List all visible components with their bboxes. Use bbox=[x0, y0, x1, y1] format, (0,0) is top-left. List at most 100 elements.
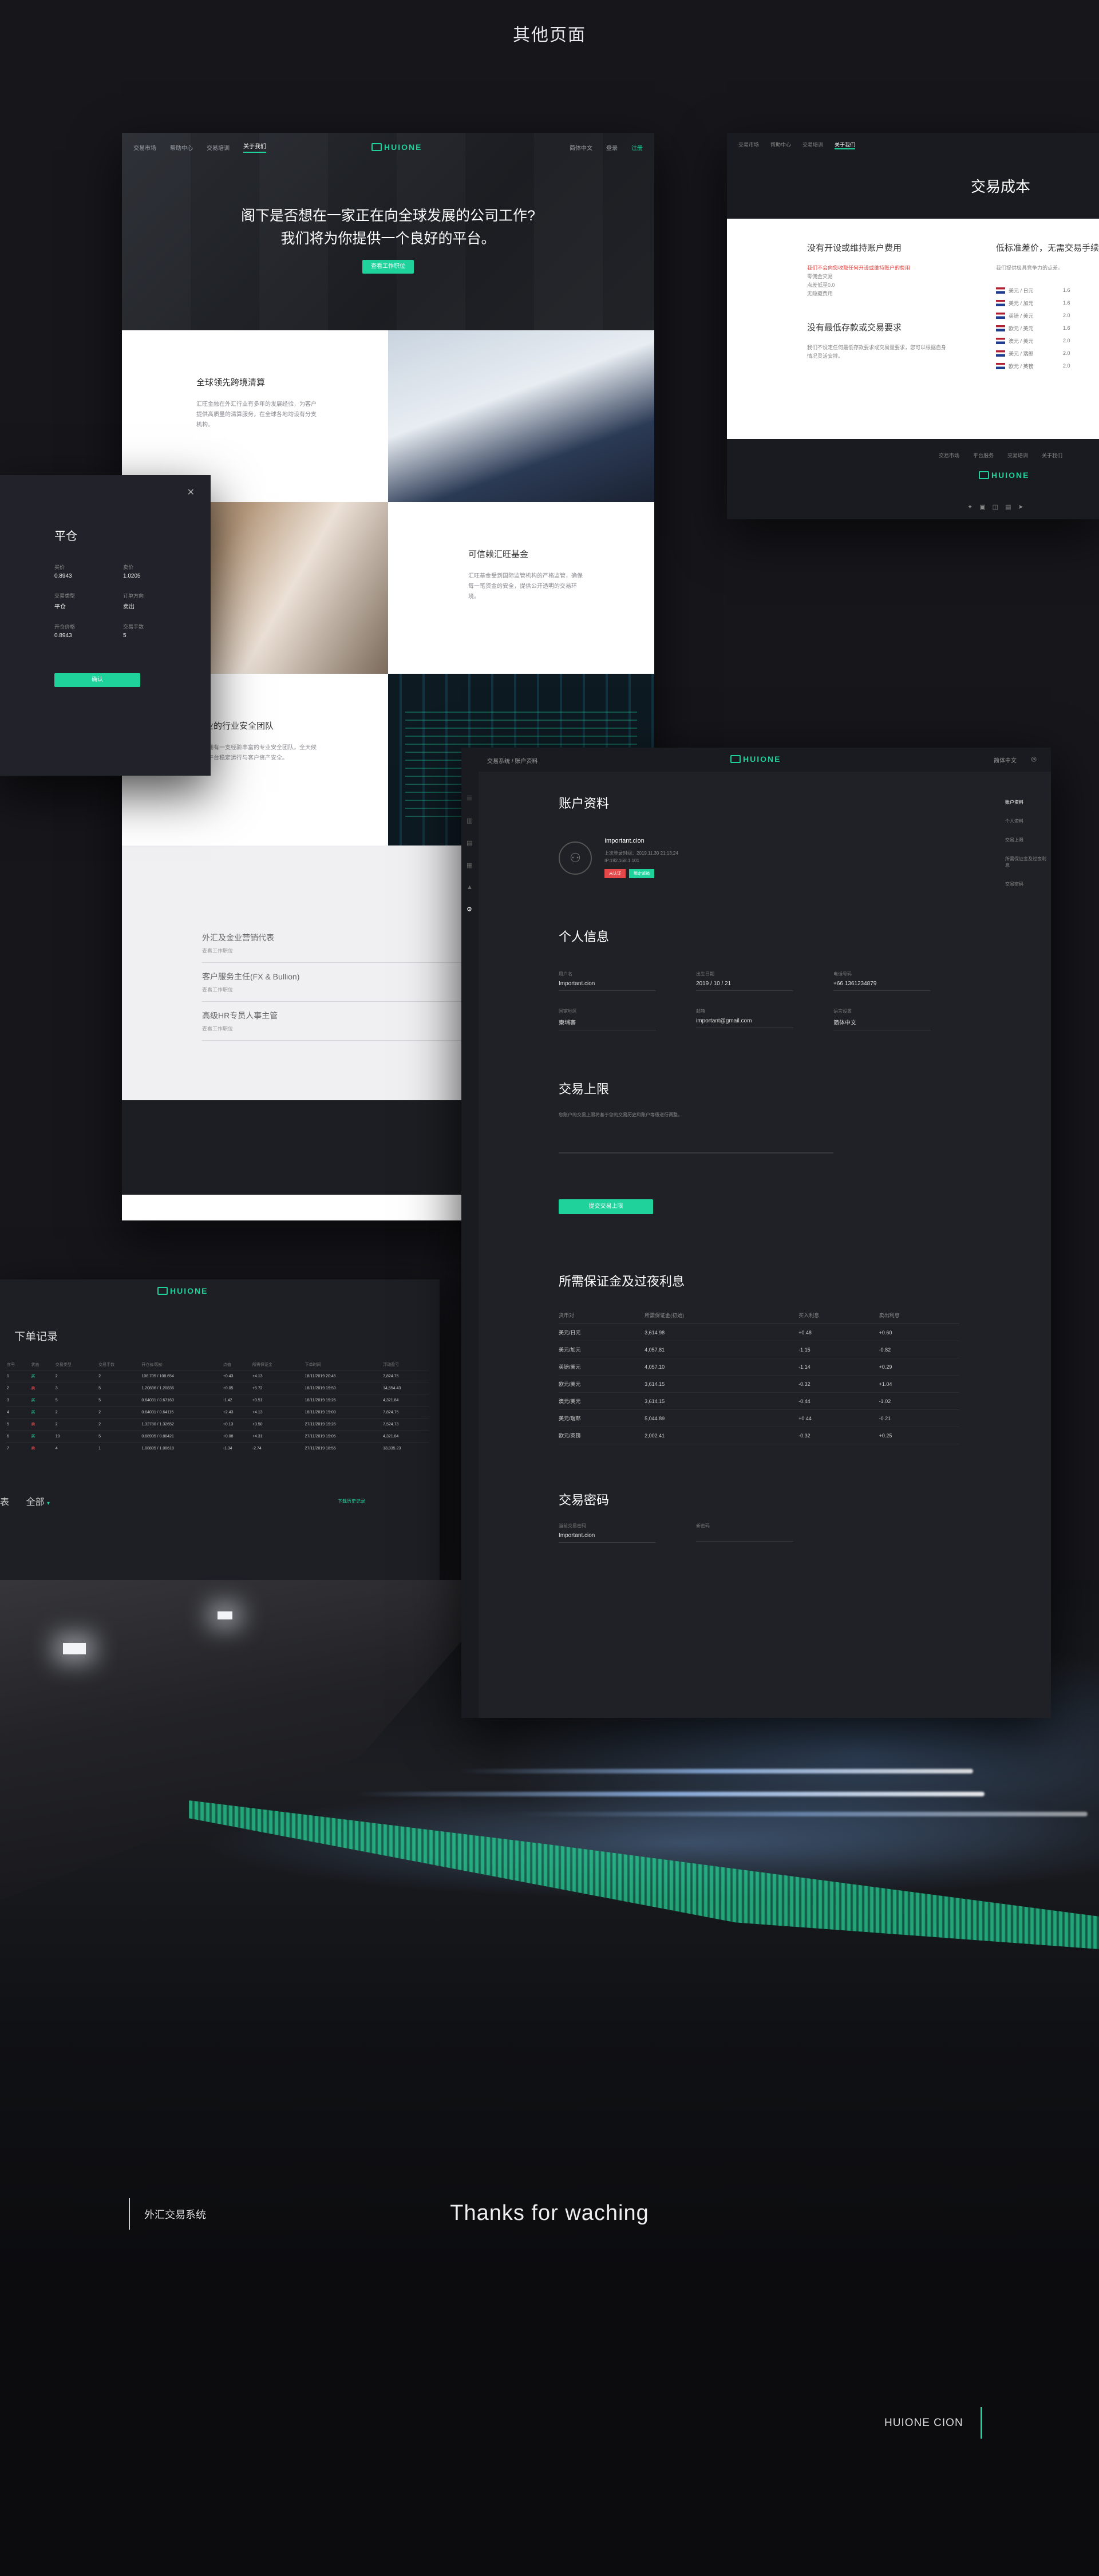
modal-field[interactable]: 订单方向 卖出 bbox=[123, 592, 180, 610]
brand-logo[interactable]: HUIONE bbox=[157, 1286, 208, 1295]
form-field[interactable]: 出生日期 2019 / 10 / 21 bbox=[696, 971, 833, 991]
table-row[interactable]: 2 卖 3 5 1.20836 / 1.20836 +0.05 +5.72 18/11/201… bbox=[6, 1382, 429, 1394]
table-header-row: 序号 状态 交易类型 交易手数 开仓价/现价 点值 所需保证金 下单时间 浮动盈… bbox=[6, 1360, 429, 1370]
form-field[interactable]: 邮箱 important@gmail.com bbox=[696, 1008, 833, 1030]
field-label: 交易手数 bbox=[123, 624, 144, 630]
table-cell: +0.05 bbox=[222, 1382, 251, 1394]
form-field[interactable]: 语言设置 简体中文 bbox=[833, 1008, 971, 1030]
status-badge[interactable]: 绑定邮箱 bbox=[629, 869, 654, 878]
footer-link[interactable]: 关于我们 bbox=[1042, 452, 1062, 459]
table-cell: 2 bbox=[97, 1418, 141, 1431]
modal-field[interactable]: 开仓价格 0.8943 bbox=[54, 623, 123, 639]
cost-header: 交易市场 帮助中心 交易培训 关于我们 交易成本 bbox=[727, 133, 1099, 219]
table-cell: 2 bbox=[54, 1370, 98, 1382]
linkedin-icon[interactable]: ▤ bbox=[1005, 503, 1011, 511]
table-row[interactable]: 4 买 2 2 0.64031 / 0.64115 +2.43 +4.13 18/11/201… bbox=[6, 1406, 429, 1419]
no-fee-line: 点差低至0.0 bbox=[807, 282, 835, 288]
side-menu-item[interactable]: 账户资料 bbox=[1005, 799, 1048, 805]
nav-item-about[interactable]: 关于我们 bbox=[243, 141, 266, 153]
filter-select[interactable]: 全部 ▾ bbox=[26, 1498, 50, 1507]
orders-page-mockup: HUIONE 下单记录 序号 状态 交易类型 交易手数 开仓价/现价 点值 所需… bbox=[0, 1279, 440, 1580]
close-icon[interactable]: ✕ bbox=[187, 487, 195, 498]
side-menu-item[interactable]: 所需保证金及过夜利息 bbox=[1005, 856, 1048, 868]
form-field[interactable]: 新密码 bbox=[696, 1523, 793, 1543]
top-nav: 交易市场 帮助中心 交易培训 关于我们 bbox=[738, 141, 856, 149]
view-jobs-button[interactable]: 查看工作职位 bbox=[362, 260, 414, 274]
footer-link[interactable]: 平台服务 bbox=[973, 452, 994, 459]
form-field[interactable]: 电话号码 +66 1361234879 bbox=[833, 971, 971, 991]
currency-pair: 欧元 / 美元 bbox=[1009, 325, 1034, 331]
password-form: 当前交易密码 Important.cion 新密码 bbox=[559, 1523, 971, 1543]
language-select[interactable]: 简体中文 bbox=[570, 143, 592, 152]
settings-icon[interactable]: ⚙ bbox=[467, 906, 479, 913]
footer-link[interactable]: 交易市场 bbox=[939, 452, 959, 459]
table-cell: 18/11/2019 20:45 bbox=[303, 1370, 382, 1382]
document-icon[interactable]: ▦ bbox=[467, 862, 479, 869]
side-menu-item[interactable]: 交易密码 bbox=[1005, 881, 1048, 887]
login-link[interactable]: 登录 bbox=[606, 143, 618, 152]
nav-item-about[interactable]: 关于我们 bbox=[835, 141, 856, 149]
light-streak bbox=[515, 1812, 1088, 1816]
telegram-icon[interactable]: ➤ bbox=[1018, 503, 1023, 511]
menu-icon[interactable]: ☰ bbox=[467, 795, 479, 802]
side-menu-item[interactable]: 交易上限 bbox=[1005, 837, 1048, 843]
submit-limits-button[interactable]: 提交交易上限 bbox=[559, 1199, 653, 1214]
nav-item-training[interactable]: 交易培训 bbox=[802, 141, 823, 149]
currency-row: 欧元 / 美元 1.6 bbox=[996, 322, 1099, 334]
cost-title: 交易成本 bbox=[970, 178, 1030, 195]
status-badge[interactable]: 未认证 bbox=[604, 869, 626, 878]
form-field[interactable]: 当前交易密码 Important.cion bbox=[559, 1523, 656, 1543]
modal-fields: 买价 0.8943 卖价 1.0205 交易类型 平仓 订单方向 卖出 开仓价格 0.89… bbox=[54, 563, 211, 639]
avatar[interactable]: ⚇ bbox=[559, 841, 592, 875]
modal-field[interactable]: 交易手数 5 bbox=[123, 623, 180, 639]
table-row[interactable]: 6 买 10 5 0.88905 / 0.88421 +0.08 +4.31 27/11/20… bbox=[6, 1430, 429, 1443]
chart-icon[interactable]: ▥ bbox=[467, 817, 479, 824]
register-link[interactable]: 注册 bbox=[631, 143, 643, 152]
nav-item-markets[interactable]: 交易市场 bbox=[133, 143, 156, 152]
column-header: 货币对 bbox=[559, 1307, 645, 1324]
limit-slider[interactable] bbox=[559, 1152, 833, 1153]
top-nav: 交易市场 帮助中心 交易培训 关于我们 HUIONE 简体中文 登录 注册 bbox=[122, 133, 654, 161]
form-field[interactable]: 用户名 Important.cion bbox=[559, 971, 696, 991]
brand-logo[interactable]: HUIONE bbox=[371, 143, 422, 152]
nav-item-help[interactable]: 帮助中心 bbox=[770, 141, 791, 149]
table-cell: 4,321.84 bbox=[382, 1430, 429, 1443]
table-row[interactable]: 3 买 5 5 0.64031 / 0.67160 -1.42 +0.51 18/11/201… bbox=[6, 1394, 429, 1406]
table-cell: 1.08805 / 1.08618 bbox=[140, 1442, 222, 1454]
table-row[interactable]: 1 买 2 2 108.705 / 108.654 +0.43 +4.13 18/11/201… bbox=[6, 1370, 429, 1382]
ip-address: IP:192.168.1.101 bbox=[604, 858, 639, 863]
table-cell: 美元/日元 bbox=[559, 1323, 645, 1341]
table-row: 欧元/英镑 2,002.41 -0.32 +0.25 bbox=[559, 1427, 959, 1444]
account-title: 账户资料 bbox=[559, 796, 610, 811]
footer-link[interactable]: 交易培训 bbox=[1007, 452, 1028, 459]
nav-item-help[interactable]: 帮助中心 bbox=[170, 143, 193, 152]
table-row[interactable]: 7 卖 4 1 1.08805 / 1.08618 -1.34 -2.74 27/11/201… bbox=[6, 1442, 429, 1454]
confirm-button[interactable]: 确认 bbox=[54, 673, 140, 687]
form-field[interactable]: 国家地区 柬埔寨 bbox=[559, 1008, 696, 1030]
ceiling-light bbox=[218, 1611, 232, 1619]
table-row[interactable]: 5 卖 2 2 1.32780 / 1.32652 +0.13 +3.50 27/11/201… bbox=[6, 1418, 429, 1431]
flag-icon bbox=[996, 362, 1005, 369]
currency-row: 美元 / 瑞郎 2.0 bbox=[996, 347, 1099, 359]
twitter-icon[interactable]: ✦ bbox=[967, 503, 973, 511]
table-cell: -0.82 bbox=[879, 1341, 959, 1358]
side-menu-item[interactable]: 个人资料 bbox=[1005, 818, 1048, 824]
nav-item-training[interactable]: 交易培训 bbox=[207, 143, 230, 152]
table-cell: +0.48 bbox=[798, 1323, 879, 1341]
instagram-icon[interactable]: ◫ bbox=[993, 503, 998, 511]
nav-item-markets[interactable]: 交易市场 bbox=[738, 141, 759, 149]
download-history-link[interactable]: 下载历史记录 bbox=[338, 1498, 365, 1504]
table-cell: 3,614.15 bbox=[645, 1375, 799, 1393]
modal-field[interactable]: 交易类型 平仓 bbox=[54, 592, 123, 610]
currency-pair: 澳元 / 美元 bbox=[1009, 338, 1034, 344]
user-icon[interactable]: ◎ bbox=[1031, 755, 1037, 762]
logo-mark-icon bbox=[730, 755, 741, 763]
facebook-icon[interactable]: ▣ bbox=[979, 503, 985, 511]
field-value: 简体中文 bbox=[833, 1014, 931, 1030]
wallet-icon[interactable]: ▤ bbox=[467, 839, 479, 847]
brand-logo[interactable]: HUIONE bbox=[730, 754, 781, 764]
table-cell: 5 bbox=[97, 1430, 141, 1443]
language-select[interactable]: 简体中文 bbox=[994, 756, 1017, 764]
modal-field: 买价 0.8943 bbox=[54, 563, 123, 579]
stats-icon[interactable]: ▲ bbox=[467, 884, 479, 891]
